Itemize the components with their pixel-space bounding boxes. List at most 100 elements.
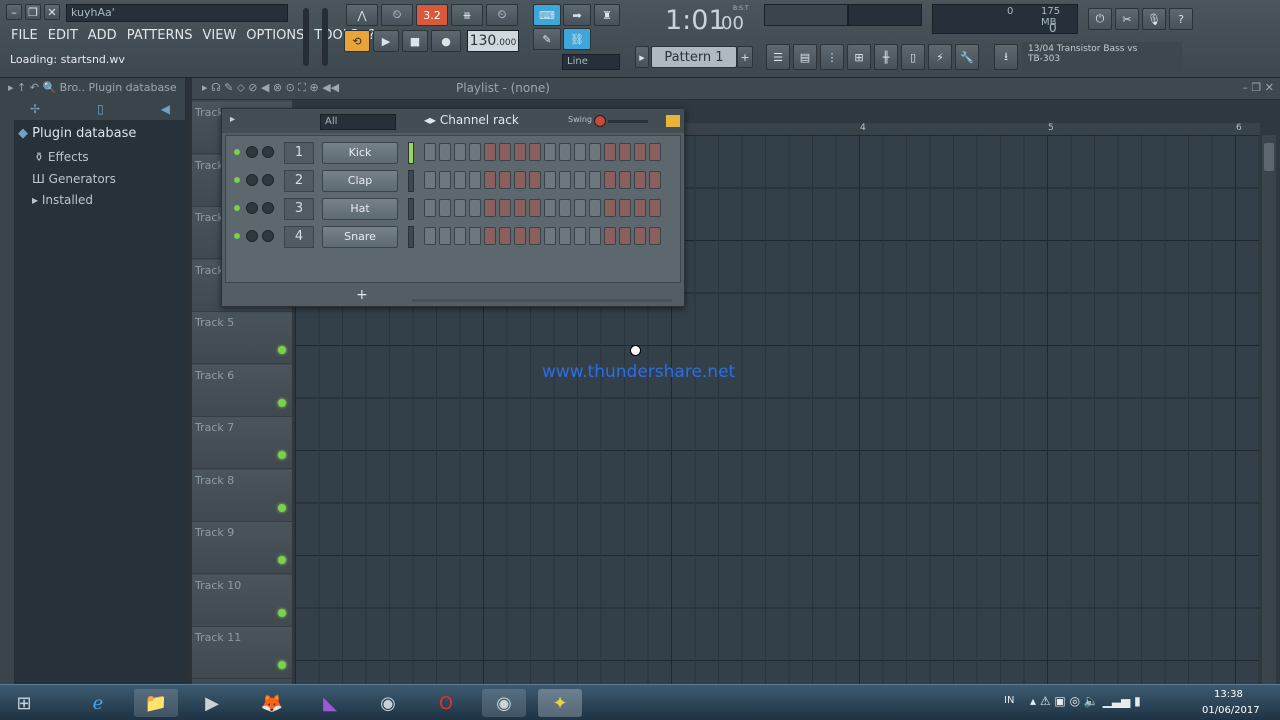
menu-view[interactable]: VIEW xyxy=(197,26,241,46)
step-button[interactable] xyxy=(454,143,466,161)
step-button[interactable] xyxy=(634,227,646,245)
step-button[interactable] xyxy=(634,199,646,217)
step-button[interactable] xyxy=(454,227,466,245)
step-button[interactable] xyxy=(514,143,526,161)
speaker-icon[interactable]: ◀ xyxy=(161,102,170,116)
tree-item-generators[interactable]: Ш Generators xyxy=(32,172,116,186)
channel-mixer-track[interactable]: 3 xyxy=(284,198,314,220)
step-button[interactable] xyxy=(619,171,631,189)
track-header[interactable]: Track 7 xyxy=(192,417,292,469)
loop-pattern-button[interactable]: ⟲ xyxy=(344,30,370,52)
step-button[interactable] xyxy=(469,227,481,245)
menu-patterns[interactable]: PATTERNS xyxy=(122,26,198,46)
master-pitch-slider[interactable] xyxy=(322,8,328,66)
firefox-icon[interactable]: 🦊 xyxy=(250,689,294,717)
step-button[interactable] xyxy=(499,227,511,245)
channel-select-indicator[interactable] xyxy=(408,170,414,192)
track-mute-led[interactable] xyxy=(278,661,286,669)
step-button[interactable] xyxy=(484,227,496,245)
channel-mixer-track[interactable]: 1 xyxy=(284,142,314,164)
track-mute-led[interactable] xyxy=(278,608,286,617)
record-button[interactable]: ● xyxy=(431,30,461,52)
piano-roll-icon[interactable]: ▤ xyxy=(793,44,817,70)
step-button[interactable] xyxy=(649,227,661,245)
tempo-display[interactable]: 130.000 xyxy=(467,30,519,52)
track-mute-led[interactable] xyxy=(278,398,286,407)
internet-explorer-icon[interactable]: ℯ xyxy=(76,689,120,717)
chrome-icon[interactable]: ◉ xyxy=(366,689,410,717)
countdown-button[interactable]: 3.2 xyxy=(416,4,448,26)
step-button[interactable] xyxy=(424,171,436,189)
step-button[interactable] xyxy=(514,171,526,189)
step-button[interactable] xyxy=(619,199,631,217)
channel-mute-led[interactable] xyxy=(234,149,240,155)
rack-scrollbar[interactable] xyxy=(412,299,672,302)
step-button[interactable] xyxy=(529,199,541,217)
step-button[interactable] xyxy=(589,143,601,161)
step-button[interactable] xyxy=(529,227,541,245)
wait-input-button[interactable]: ⏲ xyxy=(381,4,413,26)
chrome-app-icon[interactable]: ◉ xyxy=(482,689,526,717)
step-button[interactable] xyxy=(454,199,466,217)
step-button[interactable] xyxy=(574,171,586,189)
step-button[interactable] xyxy=(604,227,616,245)
step-button[interactable] xyxy=(469,171,481,189)
channel-volume-knob[interactable] xyxy=(246,174,258,186)
channel-mixer-track[interactable]: 2 xyxy=(284,170,314,192)
track-mute-led[interactable] xyxy=(278,346,286,354)
group-filter-select[interactable]: All xyxy=(320,114,396,130)
help-icon[interactable]: ? xyxy=(1169,8,1193,30)
channel-pan-knob[interactable] xyxy=(262,202,274,214)
menu-file[interactable]: FILE xyxy=(6,26,43,46)
file-explorer-icon[interactable]: 📁 xyxy=(134,689,178,717)
pattern-selector[interactable]: Pattern 1 xyxy=(651,46,737,68)
channel-mute-led[interactable] xyxy=(234,233,240,239)
step-button[interactable] xyxy=(469,143,481,161)
track-header[interactable]: Track 10 xyxy=(192,574,292,627)
step-button[interactable] xyxy=(514,227,526,245)
restore-button[interactable]: ❐ xyxy=(25,4,41,20)
opera-icon[interactable]: O xyxy=(424,689,468,717)
blend-button[interactable]: ⏲ xyxy=(486,4,518,26)
menu-add[interactable]: ADD xyxy=(83,26,122,46)
rack-menu-arrow[interactable]: ▸ xyxy=(230,114,235,125)
play-button[interactable]: ▶ xyxy=(373,30,399,52)
step-button[interactable] xyxy=(574,143,586,161)
step-button[interactable] xyxy=(469,199,481,217)
step-button[interactable] xyxy=(559,199,571,217)
scrollbar-thumb[interactable] xyxy=(1264,143,1274,171)
tray-icons[interactable]: ▴ ⚠ ▣ ◎ 🔈 ▁▃▅ ▮ xyxy=(1030,694,1141,708)
step-button[interactable] xyxy=(484,143,496,161)
typing-keyboard-button[interactable]: ⌨ xyxy=(533,4,561,26)
channel-volume-knob[interactable] xyxy=(246,202,258,214)
snap-select[interactable]: Line xyxy=(562,54,620,70)
step-button[interactable] xyxy=(589,227,601,245)
channel-mute-led[interactable] xyxy=(234,205,240,211)
clock-time[interactable]: 13:38 xyxy=(1214,689,1243,700)
channel-select-indicator[interactable] xyxy=(408,226,414,248)
step-button[interactable] xyxy=(439,143,451,161)
track-mute-led[interactable] xyxy=(278,503,286,512)
step-button[interactable] xyxy=(424,227,436,245)
pattern-arrow-button[interactable]: ▸ xyxy=(635,46,649,68)
step-button[interactable] xyxy=(574,227,586,245)
swing-slider[interactable] xyxy=(608,120,648,123)
step-button[interactable] xyxy=(499,199,511,217)
step-button[interactable] xyxy=(529,143,541,161)
channel-mixer-track[interactable]: 4 xyxy=(284,226,314,248)
stop-button[interactable]: ■ xyxy=(402,30,428,52)
step-button[interactable] xyxy=(424,199,436,217)
step-button[interactable] xyxy=(544,199,556,217)
step-button[interactable] xyxy=(544,171,556,189)
step-button[interactable] xyxy=(634,171,646,189)
track-header[interactable]: Track 6 xyxy=(192,364,292,417)
channel-name-button[interactable]: Hat xyxy=(322,198,398,220)
step-button[interactable] xyxy=(619,227,631,245)
step-button[interactable] xyxy=(439,199,451,217)
channel-pan-knob[interactable] xyxy=(262,146,274,158)
hat-icon[interactable]: ♜ xyxy=(594,4,620,26)
download-icon[interactable]: ⭳ xyxy=(994,44,1018,70)
step-button[interactable] xyxy=(604,171,616,189)
collapse-icon[interactable]: ✢ xyxy=(30,102,40,116)
step-button[interactable] xyxy=(544,227,556,245)
